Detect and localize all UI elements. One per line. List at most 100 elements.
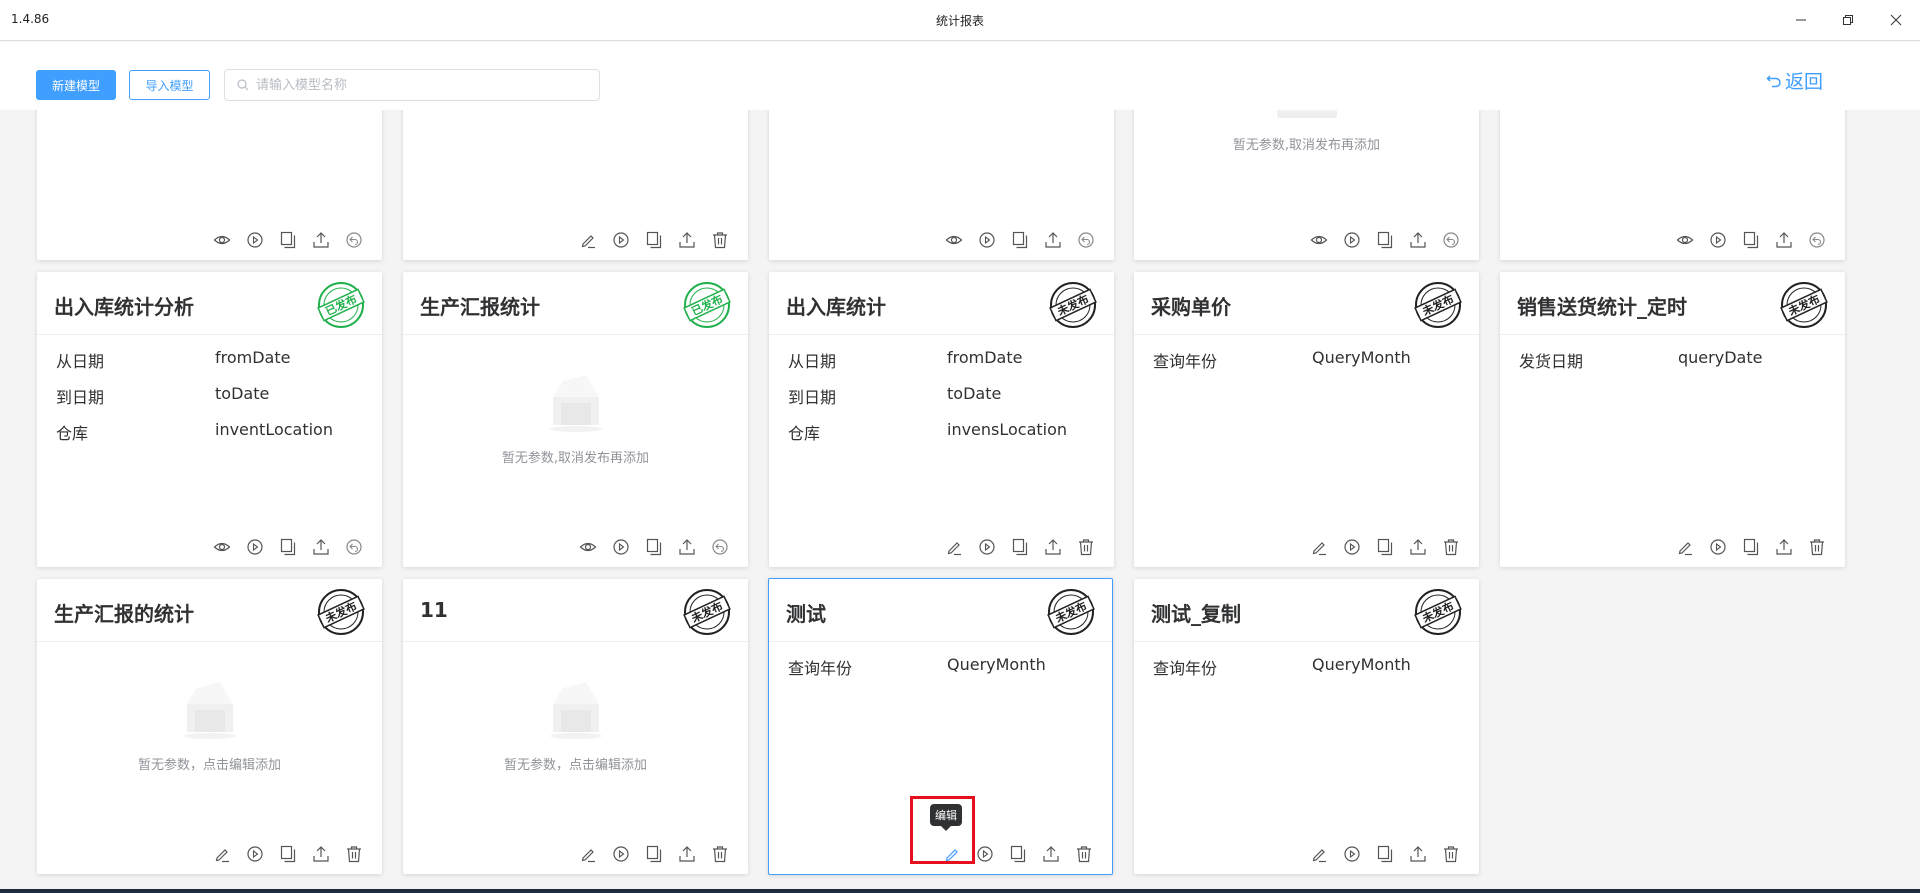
run-icon[interactable] — [246, 845, 264, 863]
param-label: 到日期 — [788, 388, 837, 407]
copy-icon[interactable] — [1011, 231, 1029, 249]
model-card[interactable]: 采购单价 未发布 查询年份 QueryMonth — [1134, 272, 1479, 567]
new-model-button[interactable]: 新建模型 — [36, 70, 116, 100]
model-card[interactable]: 暂无参数,取消发布再添加 — [1134, 110, 1479, 260]
model-card[interactable] — [1500, 110, 1845, 260]
minimize-icon[interactable] — [1786, 6, 1816, 34]
view-icon[interactable] — [213, 231, 231, 249]
restore-icon[interactable] — [1833, 6, 1863, 34]
delete-icon[interactable] — [345, 845, 363, 863]
copy-icon[interactable] — [1009, 845, 1027, 863]
run-icon[interactable] — [612, 231, 630, 249]
revoke-icon[interactable] — [1077, 231, 1095, 249]
search-input[interactable] — [256, 70, 586, 100]
revoke-icon[interactable] — [345, 231, 363, 249]
run-icon[interactable] — [1343, 845, 1361, 863]
copy-icon[interactable] — [645, 538, 663, 556]
model-card[interactable]: 生产汇报统计 已发布 暂无参数,取消发布再添加 — [403, 272, 748, 567]
copy-icon[interactable] — [1376, 538, 1394, 556]
run-icon[interactable] — [612, 845, 630, 863]
copy-icon[interactable] — [279, 231, 297, 249]
run-icon[interactable] — [978, 538, 996, 556]
run-icon[interactable] — [612, 538, 630, 556]
delete-icon[interactable] — [1442, 845, 1460, 863]
card-actions — [213, 538, 363, 556]
view-icon[interactable] — [1676, 231, 1694, 249]
copy-icon[interactable] — [645, 845, 663, 863]
edit-icon[interactable] — [1310, 845, 1328, 863]
model-card[interactable]: 11 未发布 暂无参数，点击编辑添加 — [403, 579, 748, 874]
delete-icon[interactable] — [1808, 538, 1826, 556]
export-icon[interactable] — [1044, 231, 1062, 249]
view-icon[interactable] — [579, 538, 597, 556]
model-card[interactable] — [37, 110, 382, 260]
export-icon[interactable] — [1042, 845, 1060, 863]
model-card[interactable] — [403, 110, 748, 260]
model-card[interactable]: 测试_复制 未发布 查询年份 QueryMonth — [1134, 579, 1479, 874]
revoke-icon[interactable] — [1442, 231, 1460, 249]
revoke-icon[interactable] — [711, 538, 729, 556]
export-icon[interactable] — [678, 231, 696, 249]
export-icon[interactable] — [312, 845, 330, 863]
view-icon[interactable] — [945, 231, 963, 249]
export-icon[interactable] — [1409, 538, 1427, 556]
export-icon[interactable] — [312, 231, 330, 249]
model-card[interactable]: 销售送货统计_定时 未发布 发货日期 queryDate — [1500, 272, 1845, 567]
run-icon[interactable] — [978, 231, 996, 249]
model-card[interactable]: 出入库统计 未发布 从日期 fromDate 到日期 toDate 仓库 invens… — [769, 272, 1114, 567]
copy-icon[interactable] — [279, 538, 297, 556]
copy-icon[interactable] — [1376, 845, 1394, 863]
model-card[interactable] — [769, 110, 1114, 260]
revoke-icon[interactable] — [1808, 231, 1826, 249]
run-icon[interactable] — [976, 845, 994, 863]
export-icon[interactable] — [678, 845, 696, 863]
model-card[interactable]: 出入库统计分析 已发布 从日期 fromDate 到日期 toDate 仓库 inve… — [37, 272, 382, 567]
export-icon[interactable] — [678, 538, 696, 556]
copy-icon[interactable] — [279, 845, 297, 863]
edit-icon[interactable] — [579, 845, 597, 863]
edit-icon[interactable] — [945, 538, 963, 556]
taskbar-edge — [0, 889, 1920, 893]
param-row: 到日期 toDate — [37, 378, 382, 414]
unpublished-stamp-icon: 未发布 — [1414, 282, 1462, 328]
revoke-icon[interactable] — [345, 538, 363, 556]
delete-icon[interactable] — [711, 231, 729, 249]
export-icon[interactable] — [1044, 538, 1062, 556]
stamp-text: 未发布 — [1052, 599, 1089, 626]
edit-icon[interactable] — [213, 845, 231, 863]
export-icon[interactable] — [1409, 231, 1427, 249]
delete-icon[interactable] — [1075, 845, 1093, 863]
back-button[interactable]: 返回 — [1766, 67, 1823, 94]
model-card[interactable]: 生产汇报的统计 未发布 暂无参数，点击编辑添加 — [37, 579, 382, 874]
edit-icon[interactable] — [1310, 538, 1328, 556]
run-icon[interactable] — [1709, 231, 1727, 249]
delete-icon[interactable] — [711, 845, 729, 863]
view-icon[interactable] — [1310, 231, 1328, 249]
edit-icon[interactable] — [1676, 538, 1694, 556]
copy-icon[interactable] — [645, 231, 663, 249]
copy-icon[interactable] — [1742, 231, 1760, 249]
import-model-button[interactable]: 导入模型 — [129, 70, 210, 100]
run-icon[interactable] — [246, 231, 264, 249]
export-icon[interactable] — [1775, 538, 1793, 556]
view-icon[interactable] — [213, 538, 231, 556]
export-icon[interactable] — [1409, 845, 1427, 863]
export-icon[interactable] — [312, 538, 330, 556]
edit-icon[interactable] — [579, 231, 597, 249]
run-icon[interactable] — [246, 538, 264, 556]
copy-icon[interactable] — [1742, 538, 1760, 556]
run-icon[interactable] — [1709, 538, 1727, 556]
copy-icon[interactable] — [1011, 538, 1029, 556]
copy-icon[interactable] — [1376, 231, 1394, 249]
unpublished-stamp-icon: 未发布 — [1414, 589, 1462, 635]
window-title: 统计报表 — [935, 14, 984, 28]
run-icon[interactable] — [1343, 231, 1361, 249]
export-icon[interactable] — [1775, 231, 1793, 249]
close-icon[interactable] — [1881, 6, 1911, 34]
param-value: toDate — [215, 384, 270, 403]
delete-icon[interactable] — [1077, 538, 1095, 556]
delete-icon[interactable] — [1442, 538, 1460, 556]
run-icon[interactable] — [1343, 538, 1361, 556]
empty-box-icon — [1276, 110, 1337, 118]
card-header: 测试_复制 未发布 — [1134, 579, 1479, 642]
